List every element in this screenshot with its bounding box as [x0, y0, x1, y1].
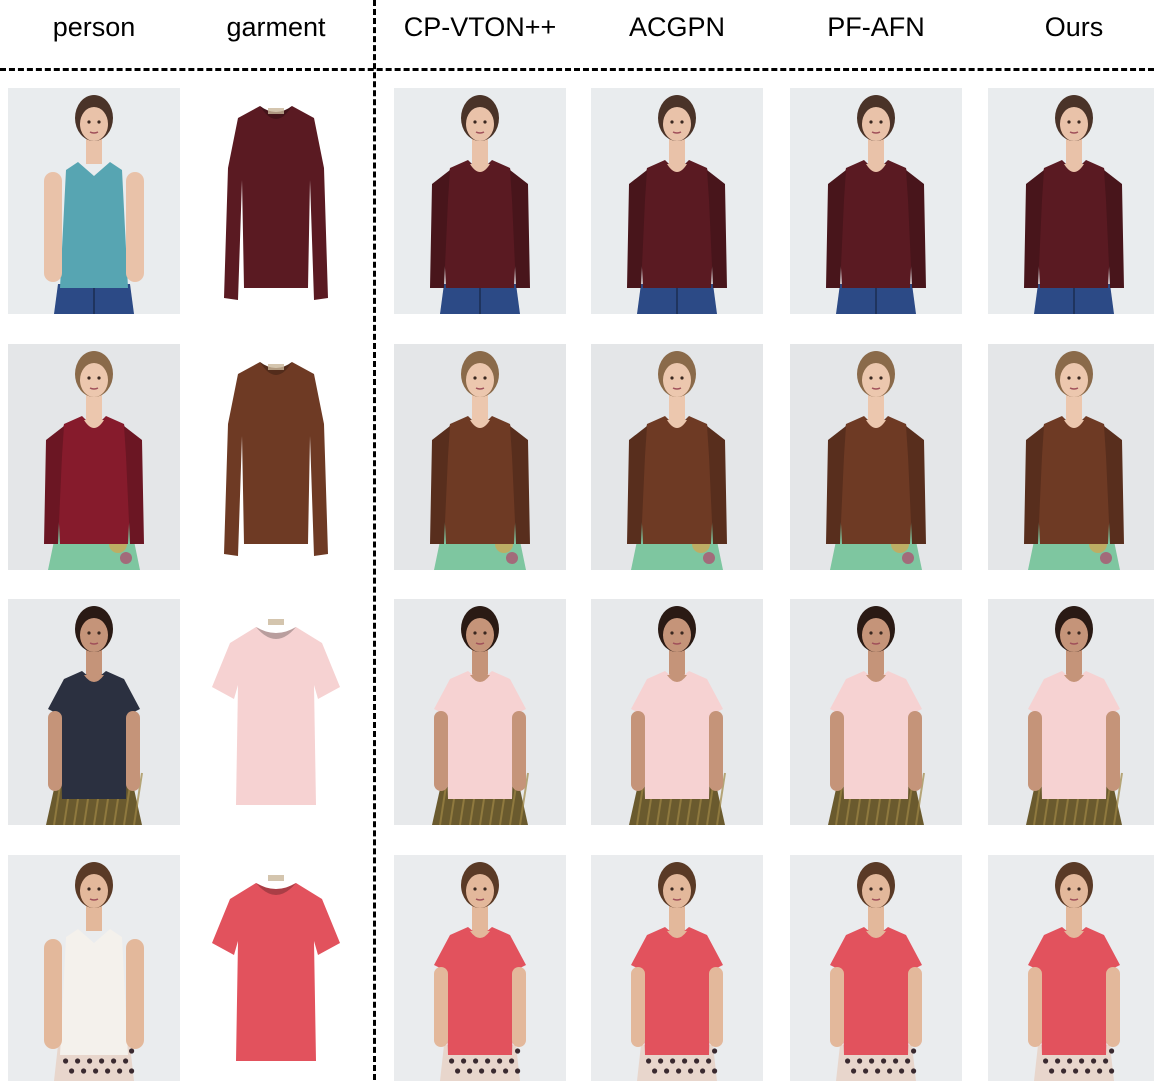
pfafn-result-image: [790, 599, 962, 825]
acgpn-result-image: [591, 855, 763, 1081]
col-label-garment: garment: [226, 12, 326, 42]
pfafn-result-image: [790, 855, 962, 1081]
ours-result-image: [988, 599, 1154, 825]
garment-image: [190, 599, 362, 825]
garment-image: [190, 344, 362, 570]
pfafn-result-image: [790, 344, 962, 570]
acgpn-result-image: [591, 599, 763, 825]
garment-image: [190, 855, 362, 1081]
col-label-pfafn: PF-AFN: [827, 12, 925, 42]
ours-result-image: [988, 855, 1154, 1081]
garment-image: [190, 88, 362, 314]
person-image: [8, 88, 180, 314]
input-output-divider: [373, 0, 376, 1080]
cpvton-result-image: [394, 599, 566, 825]
acgpn-result-image: [591, 88, 763, 314]
person-image: [8, 855, 180, 1081]
pfafn-result-image: [790, 88, 962, 314]
person-image: [8, 599, 180, 825]
cpvton-result-image: [394, 344, 566, 570]
col-label-acgpn: ACGPN: [628, 12, 726, 42]
col-label-person: person: [52, 12, 136, 42]
col-label-ours: Ours: [1044, 12, 1104, 42]
col-label-cpvton: CP-VTON++: [403, 12, 557, 42]
acgpn-result-image: [591, 344, 763, 570]
ours-result-image: [988, 344, 1154, 570]
cpvton-result-image: [394, 855, 566, 1081]
header-divider: [0, 68, 1154, 71]
person-image: [8, 344, 180, 570]
cpvton-result-image: [394, 88, 566, 314]
ours-result-image: [988, 88, 1154, 314]
column-header-row: person garment CP-VTON++ ACGPN PF-AFN Ou…: [0, 0, 1154, 62]
